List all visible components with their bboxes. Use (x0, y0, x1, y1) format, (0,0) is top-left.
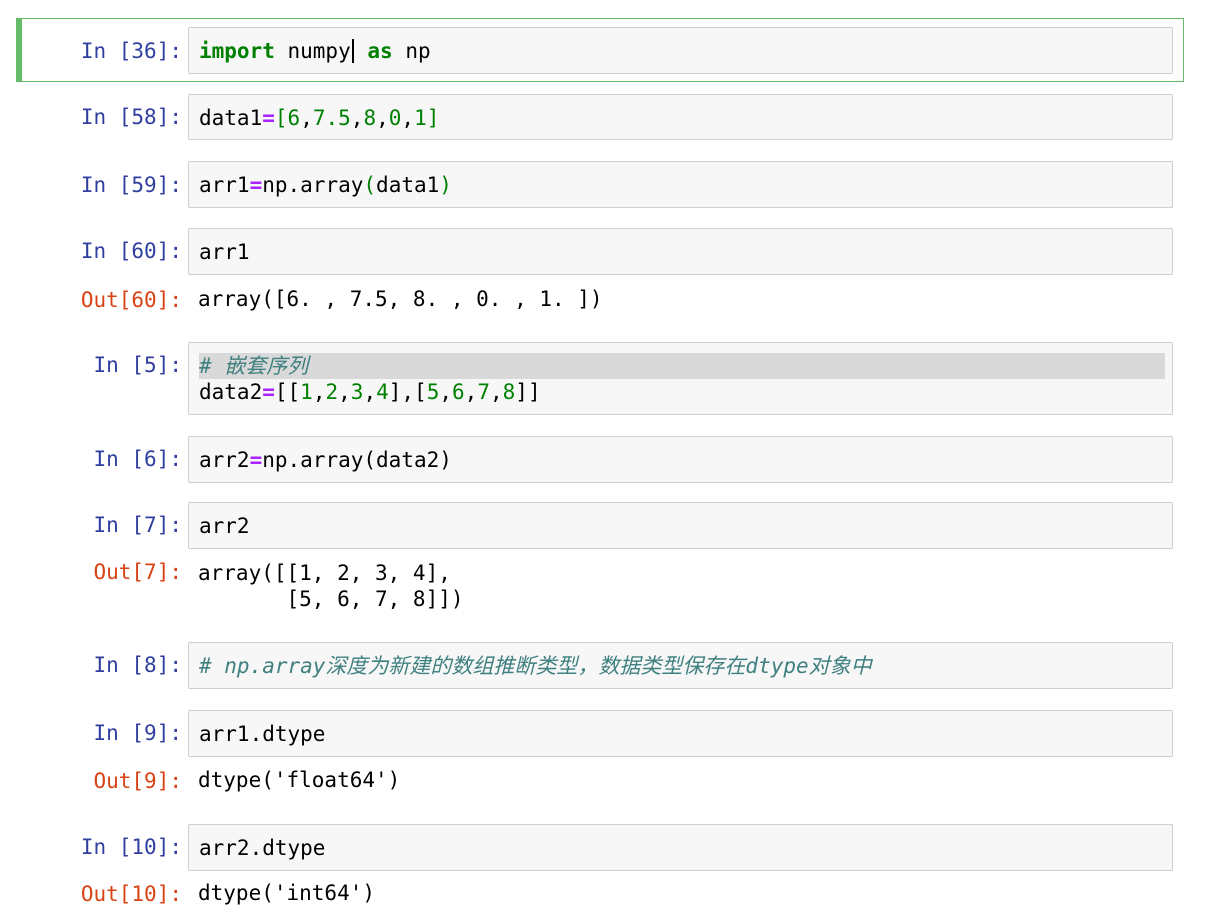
code-text: arr1 (199, 173, 250, 197)
code-input[interactable]: data1=[6,7.5,8,0,1] (188, 94, 1173, 140)
code-text: arr2.dtype (199, 836, 326, 860)
code-input[interactable]: # np.array深度为新建的数组推断类型，数据类型保存在dtype对象中 (188, 642, 1173, 689)
out-prompt: Out[9]: (93, 769, 182, 793)
in-prompt: In [6]: (93, 447, 182, 471)
out-prompt: Out[60]: (80, 288, 182, 312)
keyword: import (199, 39, 275, 63)
operator: = (249, 448, 263, 472)
code-input[interactable]: # 嵌套序列 data2=[[1,2,3,4],[5,6,7,8]] (188, 342, 1173, 415)
out-prompt: Out[7]: (93, 560, 182, 584)
bracket: ) (439, 173, 452, 197)
code-input[interactable]: arr1 (188, 228, 1173, 275)
code-text: np.array(data2) (262, 448, 452, 472)
code-comment: # np.array深度为新建的数组推断类型，数据类型保存在dtype对象中 (199, 654, 872, 678)
cell-output: array([[1, 2, 3, 4], [5, 6, 7, 8]]) (198, 561, 464, 611)
number: 7 (477, 380, 490, 404)
notebook: In [36]: import numpy as np In [58]: dat… (0, 0, 1206, 914)
code-input[interactable]: arr2.dtype (188, 824, 1173, 871)
number: 6 (452, 380, 465, 404)
code-text: data2 (199, 380, 263, 404)
in-prompt: In [5]: (93, 353, 182, 377)
number: 0 (388, 106, 402, 130)
cell-output: dtype('int64') (198, 881, 376, 905)
in-prompt: In [59]: (80, 173, 182, 197)
code-text: arr1 (199, 240, 250, 264)
in-prompt: In [36]: (80, 39, 182, 63)
bracket: ] (426, 106, 440, 130)
code-text: arr2 (199, 514, 250, 538)
out-prompt: Out[10]: (80, 882, 182, 906)
bracket: ( (363, 173, 377, 197)
in-prompt: In [58]: (80, 105, 182, 129)
code-text: arr2 (199, 448, 250, 472)
number: 8 (363, 106, 377, 130)
code-input[interactable]: arr2=np.array(data2) (188, 436, 1173, 483)
bracket: [[ (274, 380, 301, 404)
number: 1 (300, 380, 313, 404)
operator: = (249, 173, 263, 197)
code-text: data1 (376, 173, 440, 197)
in-prompt: In [10]: (80, 835, 182, 859)
number: 4 (376, 380, 389, 404)
in-prompt: In [8]: (93, 653, 182, 677)
in-prompt: In [7]: (93, 513, 182, 537)
code-input[interactable]: arr2 (188, 502, 1173, 549)
code-text: arr1.dtype (199, 722, 326, 746)
number: 3 (350, 380, 364, 404)
code-input[interactable]: arr1=np.array(data1) (188, 161, 1173, 208)
bracket: [ (274, 106, 288, 130)
code-input[interactable]: arr1.dtype (188, 710, 1173, 757)
in-prompt: In [9]: (93, 721, 182, 745)
cell-output: array([6. , 7.5, 8. , 0. , 1. ]) (198, 287, 603, 311)
number: 2 (325, 380, 339, 404)
code-input[interactable]: import numpy as np (188, 27, 1173, 74)
keyword: as (367, 39, 393, 63)
in-prompt: In [60]: (80, 239, 182, 263)
code-text: numpy (274, 39, 351, 63)
operator: = (262, 106, 275, 130)
code-text: np (392, 39, 431, 63)
number: 8 (502, 380, 516, 404)
cell-output: dtype('float64') (198, 768, 401, 792)
number: 6 (287, 106, 301, 130)
code-text: data1 (199, 106, 263, 130)
text-cursor (351, 39, 354, 63)
number: 7.5 (312, 106, 351, 130)
bracket: ]] (515, 380, 541, 404)
number: 1 (414, 106, 427, 130)
number: 5 (426, 380, 440, 404)
operator: = (262, 380, 275, 404)
bracket: ],[ (388, 380, 427, 404)
code-text: np.array (262, 173, 364, 197)
code-comment: # 嵌套序列 (199, 353, 1165, 379)
